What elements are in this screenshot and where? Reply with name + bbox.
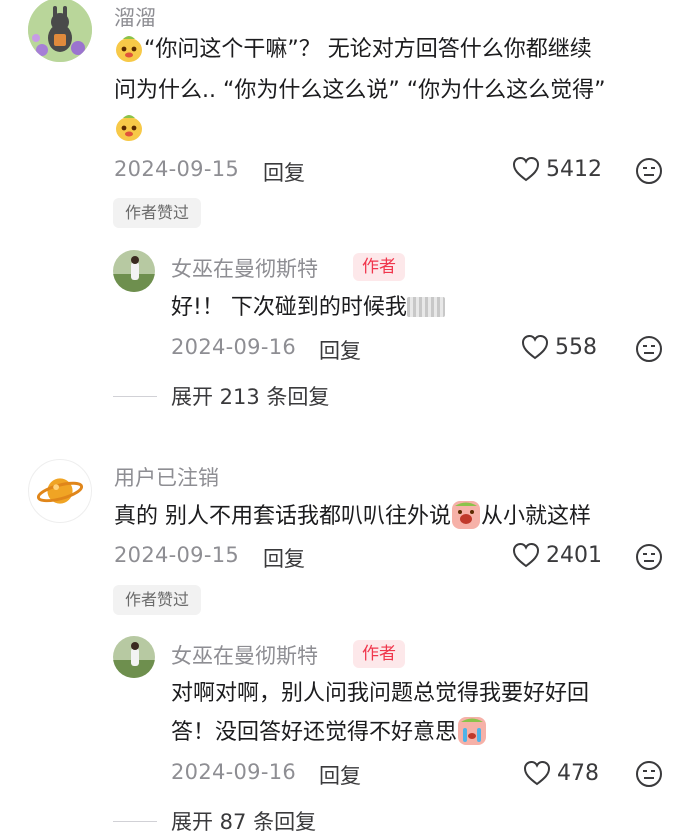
reply-avatar[interactable]	[113, 250, 155, 292]
like-count: 558	[555, 334, 597, 360]
like-button[interactable]: 5412	[512, 156, 602, 182]
like-count: 2401	[546, 542, 602, 568]
author-avatar-image	[113, 250, 155, 292]
reply-username[interactable]: 女巫在曼彻斯特	[171, 253, 318, 283]
reply-date: 2024-09-16	[171, 760, 297, 784]
planet-avatar-image	[36, 478, 84, 504]
avatar[interactable]	[28, 459, 92, 523]
comment-text-a: 真的 别人不用套话我都叭叭往外说	[114, 504, 451, 529]
author-liked-badge: 作者赞过	[113, 198, 202, 228]
blurred-text	[406, 297, 445, 317]
avatar[interactable]	[28, 0, 92, 62]
reply-button[interactable]: 回复	[319, 335, 361, 365]
crying-emoji-icon	[457, 716, 487, 746]
emoji-icon	[114, 33, 144, 63]
reply-text-line1: 对啊对啊，别人问我问题总觉得我要好好回	[171, 681, 590, 706]
user-avatar-image	[28, 0, 92, 62]
frown-face-icon[interactable]	[635, 335, 663, 363]
expand-replies-button[interactable]: 展开 87 条回复	[113, 806, 316, 836]
expand-divider	[113, 820, 157, 822]
reply-avatar[interactable]	[113, 636, 155, 678]
heart-outline-icon	[521, 334, 549, 360]
comment-date: 2024-09-15	[114, 543, 240, 567]
comment-date: 2024-09-15	[114, 157, 240, 181]
comment-text-line1: “你问这个干嘛”？ 无论对方回答什么你都继续	[144, 37, 592, 62]
reply-button[interactable]: 回复	[319, 760, 361, 790]
expand-label: 展开 213 条回复	[171, 385, 330, 409]
like-count: 478	[557, 760, 599, 786]
author-avatar-image	[113, 636, 155, 678]
expand-replies-button[interactable]: 展开 213 条回复	[113, 381, 329, 411]
reply-button[interactable]: 回复	[263, 157, 305, 187]
like-button[interactable]: 558	[521, 334, 597, 360]
expand-divider	[113, 395, 157, 397]
comment-text-line2: 问为什么.. “你为什么这么说” “你为什么这么觉得”	[114, 78, 606, 103]
reply-button[interactable]: 回复	[263, 543, 305, 573]
emoji-icon	[114, 112, 144, 142]
reply-text-content: 好!！ 下次碰到的时候我	[171, 295, 407, 320]
author-liked-badge: 作者赞过	[113, 585, 202, 615]
reply-text: 好!！ 下次碰到的时候我	[171, 288, 445, 327]
like-button[interactable]: 2401	[512, 542, 602, 568]
reply-text-content: 答！没回答好还觉得不好意思	[171, 720, 458, 745]
frown-face-icon[interactable]	[635, 543, 663, 571]
comment-username[interactable]: 用户已注销	[114, 462, 219, 492]
reply-date: 2024-09-16	[171, 335, 297, 359]
heart-outline-icon	[523, 760, 551, 786]
comment-username[interactable]: 溜溜	[114, 2, 156, 32]
frown-face-icon[interactable]	[635, 760, 663, 788]
comment-text: 真的 别人不用套话我都叭叭往外说 从小就这样	[114, 497, 591, 536]
heart-outline-icon	[512, 542, 540, 568]
comment-text-b: 从小就这样	[481, 504, 592, 529]
reply-username[interactable]: 女巫在曼彻斯特	[171, 640, 318, 670]
author-tag: 作者	[353, 253, 405, 281]
author-tag: 作者	[353, 640, 405, 668]
like-count: 5412	[546, 156, 602, 182]
crying-emoji-icon	[451, 500, 481, 530]
like-button[interactable]: 478	[523, 760, 599, 786]
frown-face-icon[interactable]	[635, 157, 663, 185]
expand-label: 展开 87 条回复	[171, 810, 317, 834]
comment-list: 溜溜 “你问这个干嘛”？ 无论对方回答什么你都继续 问为什么.. “你为什么这么…	[0, 0, 690, 837]
heart-outline-icon	[512, 156, 540, 182]
reply-text-line2: 答！没回答好还觉得不好意思	[171, 713, 487, 752]
comment-text: “你问这个干嘛”？ 无论对方回答什么你都继续	[114, 30, 592, 69]
